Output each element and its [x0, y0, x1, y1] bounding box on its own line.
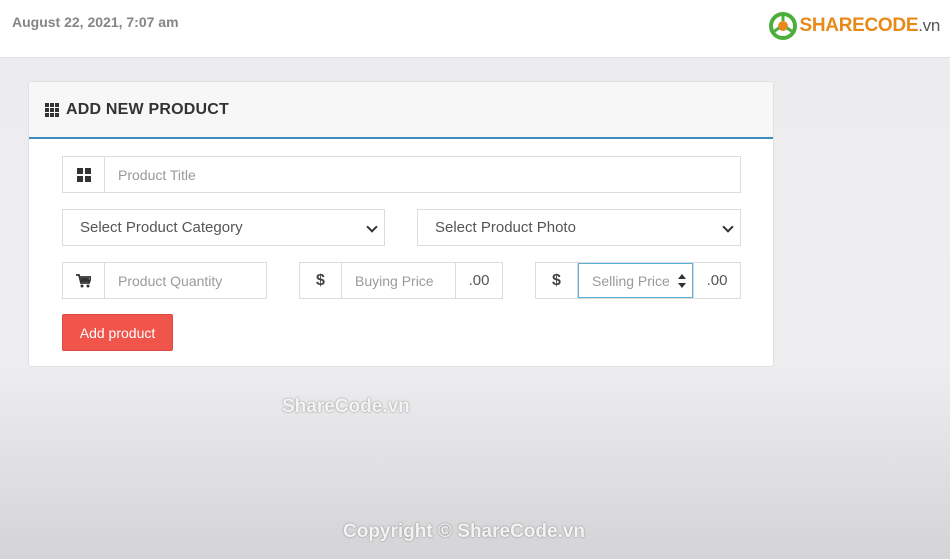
dollar-icon: $ — [300, 263, 342, 298]
add-product-panel: ADD NEW PRODUCT Select Product Category … — [28, 81, 774, 367]
selling-price-group: $ .00 — [535, 262, 741, 299]
th-large-icon — [63, 157, 105, 192]
number-spinner-icon[interactable] — [678, 274, 686, 288]
chevron-down-icon — [722, 221, 734, 233]
sharecode-logo-icon — [768, 12, 797, 40]
shopping-cart-icon — [63, 263, 105, 298]
top-bar: August 22, 2021, 7:07 am SHARECODE.vn — [0, 0, 950, 58]
selling-price-field — [578, 263, 693, 298]
selling-price-input[interactable] — [579, 264, 692, 297]
panel-header: ADD NEW PRODUCT — [29, 82, 773, 139]
current-datetime: August 22, 2021, 7:07 am — [12, 14, 179, 30]
product-photo-value: Select Product Photo — [435, 219, 576, 236]
product-quantity-group — [62, 262, 267, 299]
sharecode-logo: SHARECODE.vn — [768, 10, 941, 42]
buying-price-group: $ .00 — [299, 262, 503, 299]
logo-text: SHARECODE.vn — [799, 15, 941, 36]
th-grid-icon — [45, 102, 59, 117]
product-category-value: Select Product Category — [80, 219, 243, 236]
chevron-down-icon — [366, 221, 378, 233]
buying-cents-suffix: .00 — [455, 263, 502, 298]
selling-cents-suffix: .00 — [693, 263, 740, 298]
product-photo-select[interactable]: Select Product Photo — [417, 209, 741, 246]
product-title-input[interactable] — [105, 157, 740, 192]
watermark-center: ShareCode.vn — [282, 396, 410, 417]
add-product-button[interactable]: Add product — [62, 314, 173, 351]
product-title-group — [62, 156, 741, 193]
product-quantity-input[interactable] — [105, 263, 266, 298]
watermark-footer: Copyright © ShareCode.vn — [343, 521, 586, 542]
buying-price-input[interactable] — [342, 263, 455, 298]
product-category-select[interactable]: Select Product Category — [62, 209, 385, 246]
panel-title: ADD NEW PRODUCT — [66, 100, 229, 118]
dollar-icon: $ — [536, 263, 578, 298]
